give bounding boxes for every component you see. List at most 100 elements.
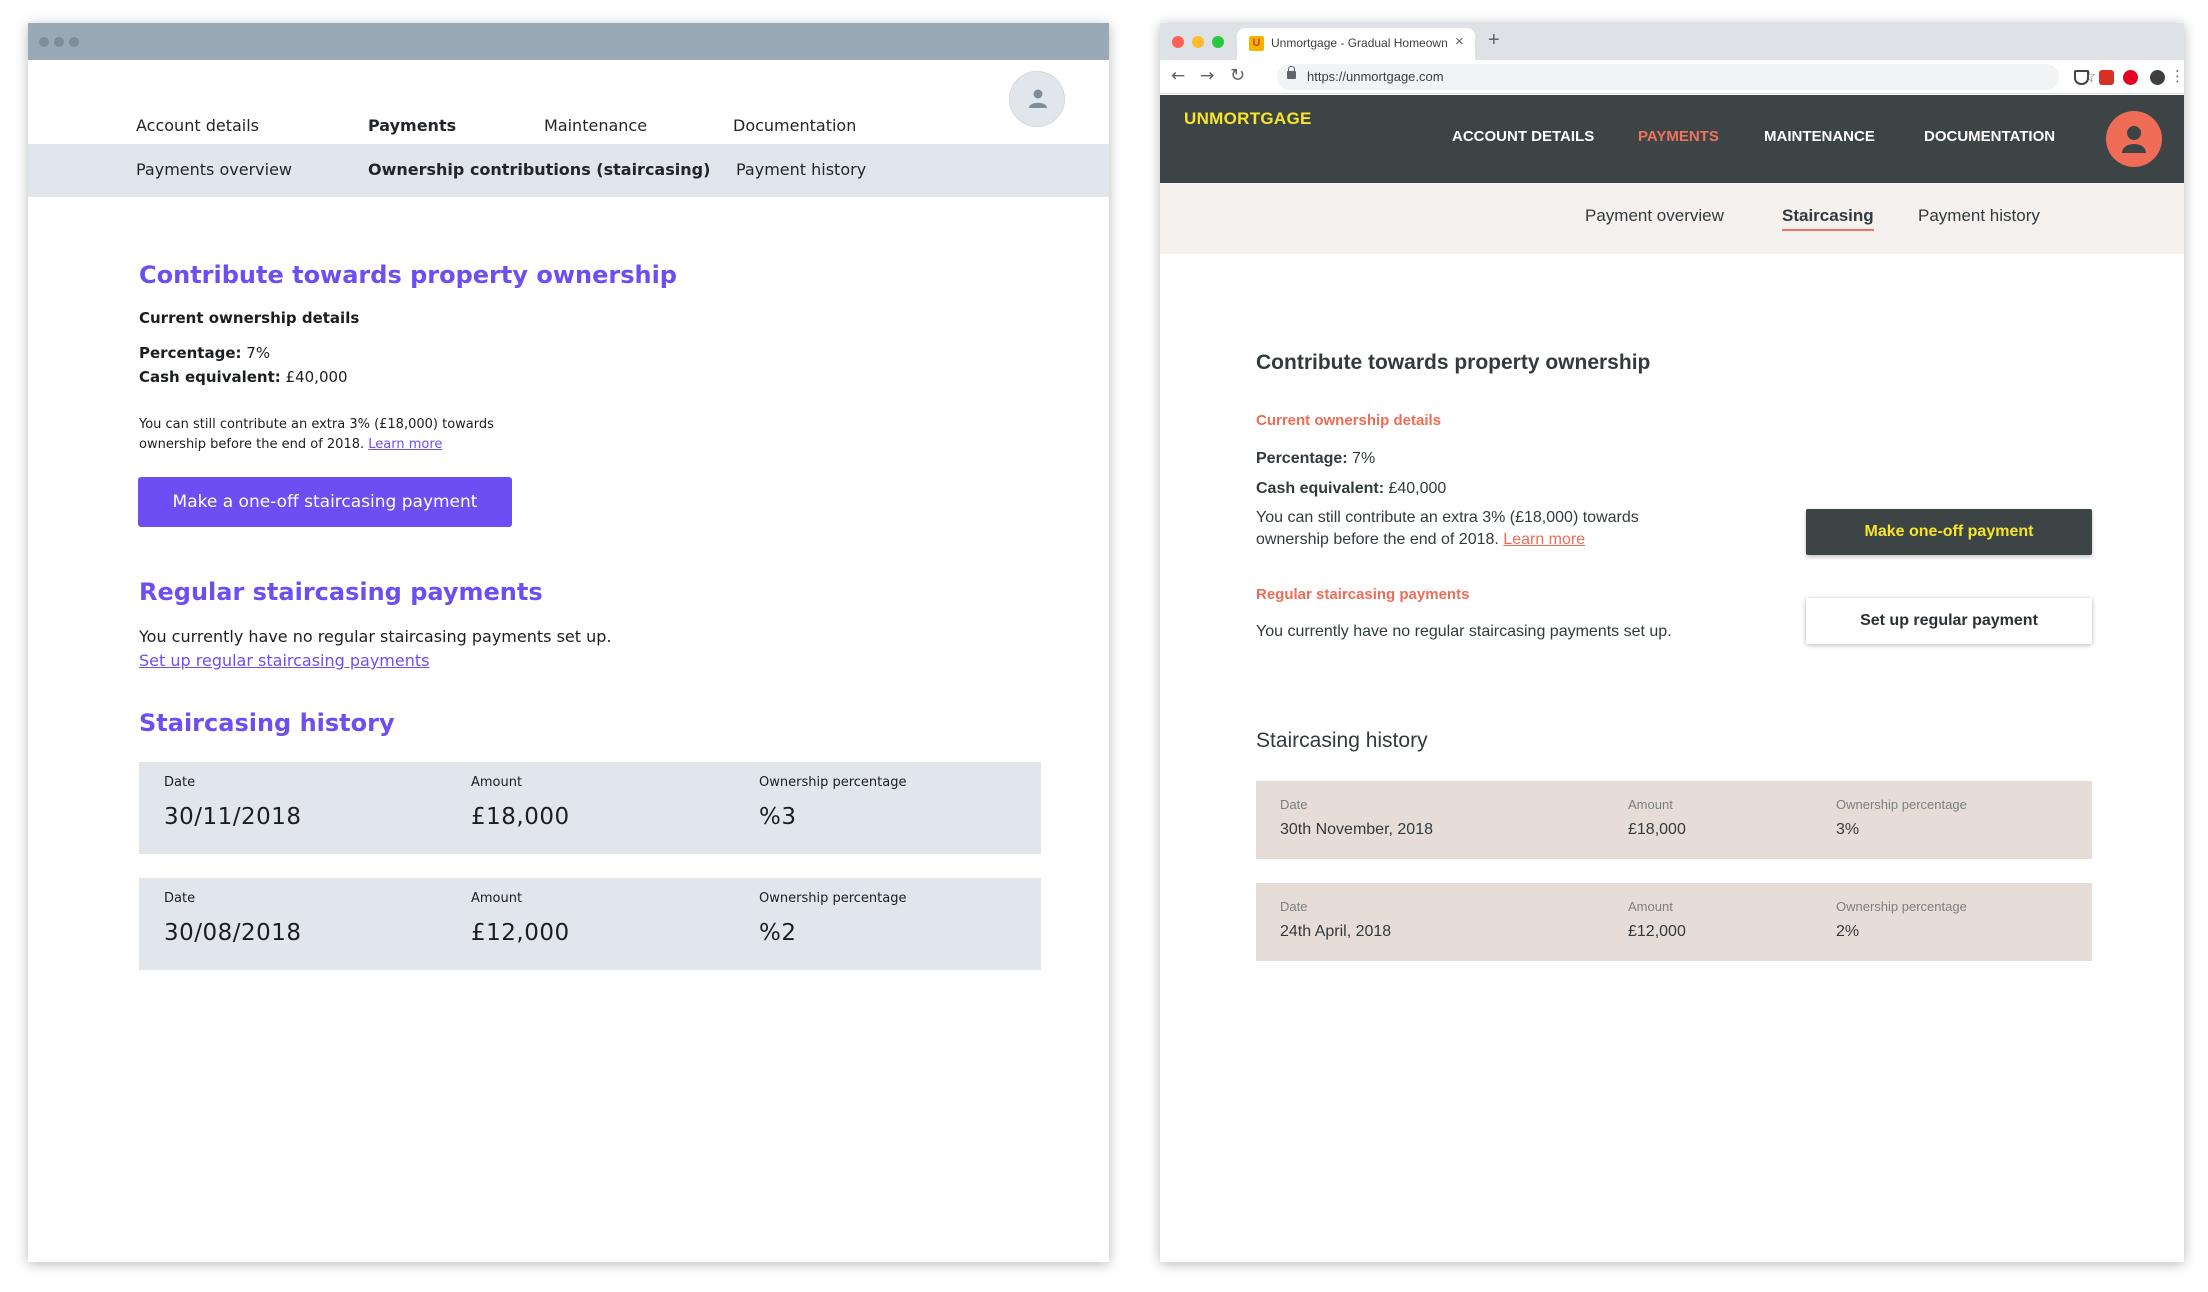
nav-payments[interactable]: Payments: [368, 116, 456, 135]
ownership-subheading: Current ownership details: [139, 309, 360, 327]
subnav-bar: Payment overview Staircasing Payment his…: [1160, 183, 2184, 254]
nav-account-details[interactable]: Account details: [136, 116, 259, 135]
browser-window: U Unmortgage - Gradual Homeownership × +…: [1160, 23, 2184, 1262]
nav-maintenance[interactable]: Maintenance: [544, 116, 647, 135]
history-row: Date Amount Ownership percentage 30/08/2…: [139, 878, 1041, 970]
pct-value: 2%: [1836, 923, 1860, 940]
cash-row: Cash equivalent: £40,000: [139, 368, 348, 386]
history-row: Date Amount Ownership percentage 30/11/2…: [139, 762, 1041, 854]
pinterest-icon[interactable]: [2123, 70, 2138, 85]
amount-value: £18,000: [1628, 821, 1686, 838]
date-label: Date: [164, 775, 196, 790]
cash-label: Cash equivalent:: [1256, 480, 1385, 497]
date-value: 30th November, 2018: [1280, 821, 1433, 838]
history-row: Date Amount Ownership percentage 24th Ap…: [1256, 883, 2092, 961]
extension-icon[interactable]: [2099, 70, 2114, 85]
back-icon[interactable]: ←: [1171, 66, 1185, 86]
nav-account-details[interactable]: ACCOUNT DETAILS: [1452, 128, 1594, 145]
close-window-icon[interactable]: [1172, 36, 1184, 48]
amount-label: Amount: [1628, 899, 1673, 914]
regular-heading: Regular staircasing payments: [1256, 586, 1470, 603]
window-dot: [54, 37, 64, 47]
user-icon: [2122, 126, 2146, 153]
cash-value: £40,000: [1388, 480, 1447, 497]
date-label: Date: [1280, 797, 1308, 812]
lock-icon: [1287, 66, 1296, 79]
regular-heading: Regular staircasing payments: [139, 578, 543, 606]
browser-toolbar: ← → ↻ https://unmortgage.com ☆ ⋮: [1160, 60, 2184, 94]
contribution-note: You can still contribute an extra 3% (£1…: [139, 415, 519, 455]
pct-value: 3%: [1836, 821, 1860, 838]
nav-payments[interactable]: PAYMENTS: [1638, 128, 1719, 145]
percentage-row: Percentage: 7%: [139, 344, 270, 362]
subnav-staircasing[interactable]: Ownership contributions (staircasing): [368, 160, 710, 179]
profile-icon[interactable]: [2150, 70, 2165, 85]
setup-regular-payment-button[interactable]: Set up regular payment: [1806, 598, 2092, 644]
note-line-2: ownership before the end of 2018.: [1256, 531, 1499, 548]
tab-title: Unmortgage - Gradual Homeownership: [1271, 36, 1447, 50]
setup-regular-link[interactable]: Set up regular staircasing payments: [139, 651, 429, 670]
cash-row: Cash equivalent: £40,000: [1256, 478, 1446, 500]
new-tab-icon[interactable]: +: [1488, 29, 1500, 52]
nav-documentation[interactable]: Documentation: [733, 116, 856, 135]
maximize-window-icon[interactable]: [1212, 36, 1224, 48]
contribute-heading: Contribute towards property ownership: [1256, 351, 1651, 374]
date-value: 30/08/2018: [164, 920, 302, 946]
percentage-value: 7%: [1352, 450, 1376, 467]
pct-label: Ownership percentage: [759, 891, 907, 906]
amount-label: Amount: [471, 775, 523, 790]
subnav-staircasing[interactable]: Staircasing: [1782, 206, 1874, 231]
subnav-payment-history[interactable]: Payment history: [1918, 206, 2040, 226]
avatar[interactable]: [2106, 111, 2162, 167]
subnav-payments-overview[interactable]: Payments overview: [136, 160, 292, 179]
amount-label: Amount: [471, 891, 523, 906]
amount-label: Amount: [1628, 797, 1673, 812]
window-dot: [69, 37, 79, 47]
history-heading: Staircasing history: [139, 709, 395, 737]
tab-close-icon[interactable]: ×: [1455, 33, 1464, 50]
user-icon: [1029, 89, 1047, 108]
pct-value: %3: [759, 804, 797, 830]
percentage-label: Percentage:: [1256, 450, 1348, 467]
pct-label: Ownership percentage: [759, 775, 907, 790]
percentage-row: Percentage: 7%: [1256, 448, 1375, 470]
nav-documentation[interactable]: DOCUMENTATION: [1924, 128, 2055, 145]
address-bar[interactable]: https://unmortgage.com ☆: [1277, 64, 2096, 90]
regular-text: You currently have no regular staircasin…: [1256, 623, 1672, 640]
date-value: 30/11/2018: [164, 804, 302, 830]
pocket-icon[interactable]: [2074, 70, 2089, 85]
note-line-1: You can still contribute an extra 3% (£1…: [139, 417, 494, 432]
history-heading: Staircasing history: [1256, 729, 1428, 752]
pct-label: Ownership percentage: [1836, 899, 1967, 914]
brand-logo[interactable]: UNMORTGAGE: [1184, 109, 1312, 129]
date-label: Date: [164, 891, 196, 906]
contribution-note: You can still contribute an extra 3% (£1…: [1256, 507, 1726, 551]
browser-tab[interactable]: U Unmortgage - Gradual Homeownership ×: [1237, 28, 1475, 60]
percentage-value: 7%: [246, 344, 271, 362]
regular-text: You currently have no regular staircasin…: [139, 627, 612, 646]
pct-label: Ownership percentage: [1836, 797, 1967, 812]
note-line-1: You can still contribute an extra 3% (£1…: [1256, 509, 1639, 526]
cash-label: Cash equivalent:: [139, 368, 281, 386]
percentage-label: Percentage:: [139, 344, 242, 362]
date-value: 24th April, 2018: [1280, 923, 1392, 940]
subnav-payment-overview[interactable]: Payment overview: [1585, 206, 1724, 226]
minimize-window-icon[interactable]: [1192, 36, 1204, 48]
note-line-2: ownership before the end of 2018.: [139, 437, 365, 452]
window-titlebar: [28, 23, 1109, 60]
avatar[interactable]: [1009, 71, 1065, 127]
subnav-payment-history[interactable]: Payment history: [736, 160, 866, 179]
amount-value: £12,000: [1628, 923, 1686, 940]
forward-icon[interactable]: →: [1200, 66, 1214, 86]
reload-icon[interactable]: ↻: [1230, 65, 1245, 86]
favicon-icon: U: [1249, 36, 1264, 51]
learn-more-link[interactable]: Learn more: [368, 437, 442, 452]
menu-icon[interactable]: ⋮: [2170, 67, 2184, 85]
nav-maintenance[interactable]: MAINTENANCE: [1764, 128, 1875, 145]
one-off-payment-button[interactable]: Make a one-off staircasing payment: [138, 477, 512, 527]
one-off-payment-button[interactable]: Make one-off payment: [1806, 509, 2092, 555]
ownership-subheading: Current ownership details: [1256, 412, 1442, 429]
amount-value: £18,000: [471, 804, 570, 830]
date-label: Date: [1280, 899, 1308, 914]
learn-more-link[interactable]: Learn more: [1503, 531, 1585, 548]
